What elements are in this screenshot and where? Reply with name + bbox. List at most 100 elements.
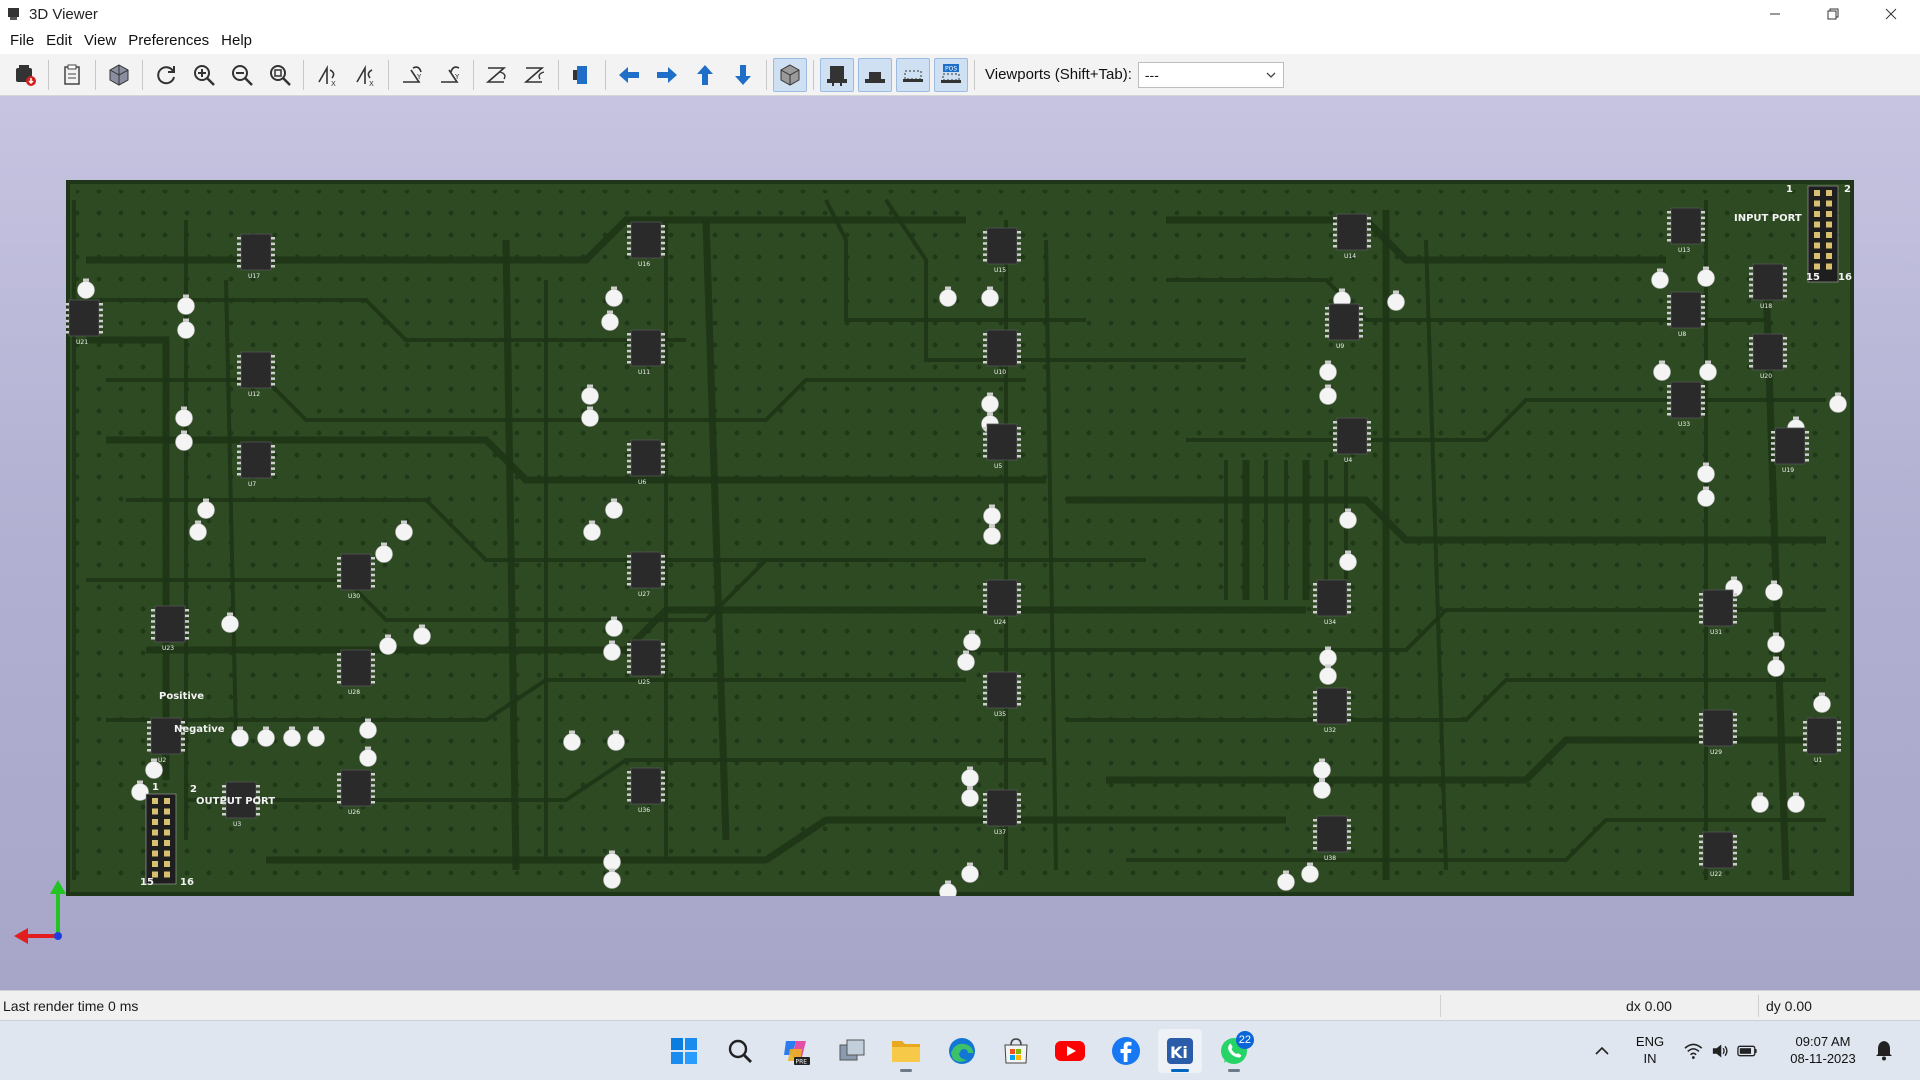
task-view-button[interactable] <box>830 1029 874 1073</box>
windows-start-icon <box>671 1038 697 1064</box>
rotate-x-cw-icon: X <box>318 64 336 88</box>
language-region: IN <box>1643 1051 1657 1066</box>
whatsapp-button[interactable]: 22 <box>1212 1029 1256 1073</box>
show-virtual-button[interactable] <box>896 57 930 92</box>
render-options-button[interactable] <box>102 58 136 92</box>
ic-reference: U27 <box>638 591 650 598</box>
language-code: ENG <box>1635 1034 1665 1049</box>
viewports-select[interactable]: --- <box>1137 61 1284 88</box>
toolbar-separator <box>605 59 606 90</box>
file-explorer-button[interactable] <box>884 1029 928 1073</box>
arrow-down-icon <box>735 64 751 85</box>
header-pin <box>152 829 158 836</box>
rotate-z-ccw-button[interactable] <box>518 58 552 92</box>
menu-preferences[interactable]: Preferences <box>122 28 215 54</box>
facebook-button[interactable] <box>1104 1029 1148 1073</box>
header-pin <box>164 850 170 857</box>
ic-reference: U12 <box>248 391 260 398</box>
input-pin-2-label: 2 <box>1844 184 1851 195</box>
ic-reference: U32 <box>1324 727 1336 734</box>
kicad-button[interactable]: Ki <box>1158 1029 1202 1073</box>
clock-time: 09:07 AM <box>1795 1034 1851 1049</box>
zoom-out-icon <box>232 64 253 86</box>
header-pin <box>1826 221 1832 228</box>
zoom-out-button[interactable] <box>225 58 259 92</box>
header-pin <box>1814 232 1820 238</box>
reload-board-button[interactable] <box>149 58 183 92</box>
rotate-y-cw-button[interactable]: Y <box>395 58 429 92</box>
menu-file[interactable]: File <box>4 28 40 54</box>
toggle-orthographic-button[interactable] <box>773 57 807 92</box>
show-hidden-icons-button[interactable] <box>1590 1039 1614 1063</box>
maximize-button[interactable] <box>1804 0 1862 28</box>
copy-clipboard-button[interactable] <box>55 58 89 92</box>
move-up-button[interactable] <box>688 58 722 92</box>
ic-reference: U35 <box>994 711 1006 718</box>
start-button[interactable] <box>662 1029 706 1073</box>
search-button[interactable] <box>718 1029 762 1073</box>
network-status[interactable] <box>1684 1037 1758 1065</box>
copilot-button[interactable]: PRE <box>774 1029 818 1073</box>
toolbar-separator <box>558 59 559 90</box>
language-indicator[interactable]: ENG IN <box>1628 1033 1672 1067</box>
zoom-in-button[interactable] <box>187 58 221 92</box>
header-pin <box>164 861 170 867</box>
clock[interactable]: 09:07 AM 08-11-2023 <box>1778 1033 1868 1067</box>
status-bar: Last render time 0 ms dx 0.00 dy 0.00 <box>0 990 1920 1020</box>
header-pin <box>1814 211 1820 217</box>
rotate-x-ccw-button[interactable]: X <box>348 58 382 92</box>
store-button[interactable] <box>994 1029 1038 1073</box>
menu-help[interactable]: Help <box>215 28 258 54</box>
show-not-in-pos-button[interactable]: POS <box>934 57 968 92</box>
toolbar-separator <box>974 59 975 90</box>
3d-viewport[interactable]: U17 U16 U15 U14 U13 U12 U11 U10 U9 U8 U7 U6 U5 U4 U33 U… <box>0 96 1920 990</box>
svg-text:Y: Y <box>454 73 460 81</box>
status-separator <box>1758 995 1759 1017</box>
toolbar-separator <box>95 59 96 90</box>
notifications-button[interactable] <box>1874 1039 1898 1063</box>
menu-bar: File Edit View Preferences Help <box>0 28 1920 54</box>
header-pin <box>164 819 170 825</box>
header-pin <box>1826 242 1832 249</box>
close-button[interactable] <box>1862 0 1920 28</box>
export-image-button[interactable] <box>8 58 42 92</box>
input-pin-15-label: 15 <box>1806 272 1820 283</box>
title-bar: 3D Viewer <box>0 0 1920 28</box>
notification-badge: 22 <box>1235 1031 1254 1049</box>
show-smd-button[interactable] <box>858 57 892 92</box>
ic-reference: U2 <box>158 757 166 764</box>
volume-icon <box>1712 1044 1728 1058</box>
move-right-button[interactable] <box>650 58 684 92</box>
ic-reference: U16 <box>638 261 650 268</box>
ic-reference: U7 <box>248 481 256 488</box>
svg-text:POS: POS <box>945 65 957 72</box>
rotate-y-ccw-button[interactable]: Y <box>433 58 467 92</box>
ic-reference: U26 <box>348 809 360 816</box>
svg-text:Ki: Ki <box>1170 1043 1188 1062</box>
show-hidden-icons-button[interactable] <box>1280 1029 1310 1073</box>
move-down-button[interactable] <box>726 58 760 92</box>
zoom-fit-button[interactable] <box>263 58 297 92</box>
copilot-icon: PRE <box>784 1041 810 1066</box>
pcb-board: U17U16U15U14U13U12U11 U10U9U8U7 U6U5U4U33U… <box>66 180 1854 896</box>
flip-board-button[interactable] <box>565 58 599 92</box>
youtube-button[interactable] <box>1048 1029 1092 1073</box>
rotate-z-cw-button[interactable] <box>480 58 514 92</box>
ic-reference: U33 <box>1678 421 1690 428</box>
ic-reference: U36 <box>638 807 650 814</box>
close-icon <box>1885 8 1897 20</box>
menu-edit[interactable]: Edit <box>40 28 78 54</box>
edge-button[interactable] <box>940 1029 984 1073</box>
ic-reference: U37 <box>994 829 1006 836</box>
toolbar-separator <box>813 59 814 90</box>
rotate-x-cw-button[interactable]: X <box>310 58 344 92</box>
minimize-button[interactable] <box>1746 0 1804 28</box>
flip-board-icon <box>573 65 587 84</box>
header-pin <box>152 808 158 815</box>
header-pin <box>1814 253 1820 259</box>
show-tht-button[interactable] <box>820 57 854 92</box>
menu-view[interactable]: View <box>78 28 122 54</box>
windows-taskbar: PRE Ki 22 ENG IN 09:07 AM 08-11-2023 <box>0 1020 1920 1080</box>
move-left-button[interactable] <box>612 58 646 92</box>
youtube-icon <box>1055 1041 1085 1061</box>
